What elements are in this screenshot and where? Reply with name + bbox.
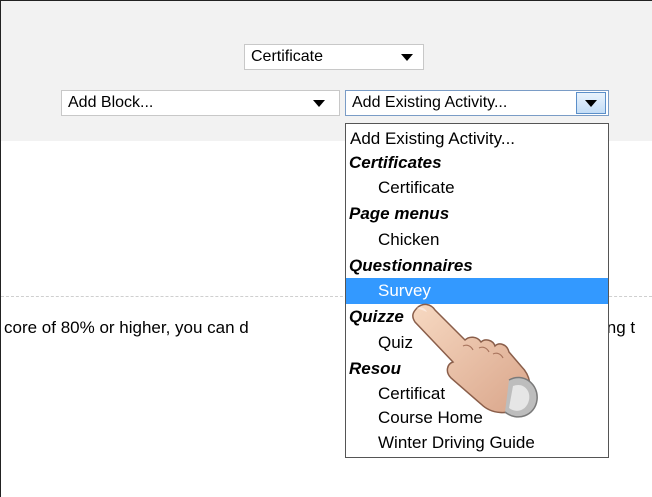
option-certificate[interactable]: Certificate <box>346 175 608 201</box>
group-questionnaires: Questionnaires <box>349 256 473 275</box>
chevron-down-icon <box>585 100 597 107</box>
chevron-down-icon <box>401 54 413 61</box>
body-text-left: core of 80% or higher, you can d <box>4 318 249 337</box>
dropdown-button[interactable] <box>576 92 606 114</box>
add-block-select-value: Add Block... <box>68 94 154 111</box>
option-winter-driving-guide[interactable]: Winter Driving Guide <box>346 430 608 456</box>
option-add-existing-activity[interactable]: Add Existing Activity... <box>346 126 608 152</box>
add-activity-select-value: Add Existing Activity... <box>352 94 508 111</box>
group-certificates: Certificates <box>349 153 442 172</box>
certificate-select[interactable]: Certificate <box>244 44 424 70</box>
certificate-select-value: Certificate <box>251 48 324 65</box>
group-page-menus: Page menus <box>349 204 450 223</box>
hand-pointer-icon <box>412 303 538 418</box>
toolbar-area <box>1 1 652 141</box>
add-block-select[interactable]: Add Block... <box>61 90 340 116</box>
option-chicken[interactable]: Chicken <box>346 227 608 253</box>
add-activity-select[interactable]: Add Existing Activity... <box>345 90 609 116</box>
chevron-down-icon <box>313 100 325 107</box>
